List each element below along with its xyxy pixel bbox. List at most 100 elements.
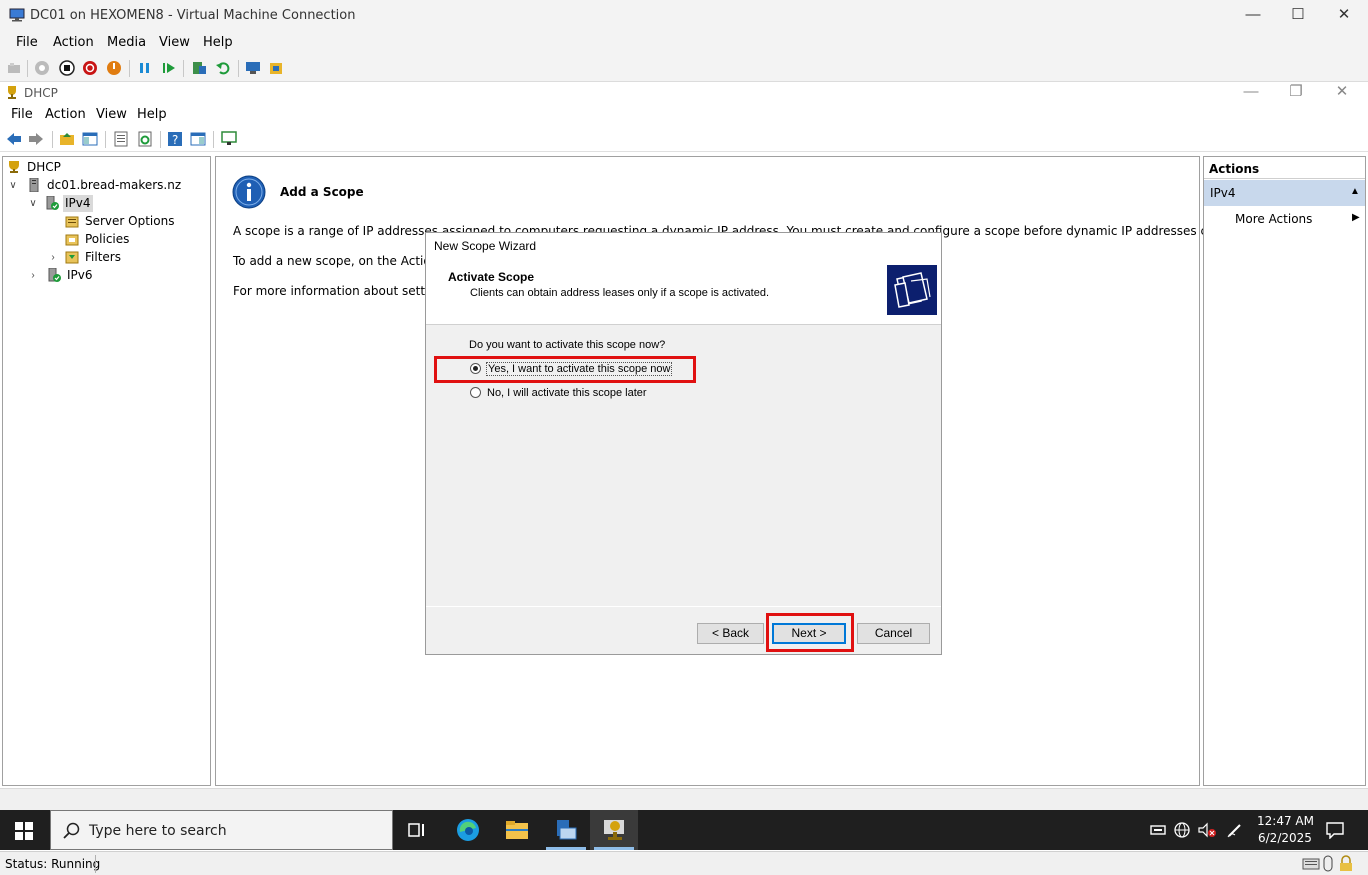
menu-file[interactable]: File [11,107,33,122]
expand-filters-chevron-icon[interactable]: › [47,251,59,265]
properties-icon[interactable] [113,131,129,147]
vm-toolbar [0,54,1368,82]
start-icon[interactable] [34,60,50,76]
lock-icon [1339,855,1353,872]
vm-menu-media[interactable]: Media [107,35,146,50]
filters-icon [65,250,79,264]
dhcp-trophy-icon [5,85,19,100]
maximize-button[interactable]: ☐ [1276,4,1320,28]
menu-help[interactable]: Help [137,107,167,122]
mmc-status-bar [0,788,1368,810]
back-arrow-icon[interactable] [6,131,22,147]
share-icon[interactable] [268,60,284,76]
more-actions-item[interactable]: More Actions ▶ [1204,209,1365,229]
vm-menu-view[interactable]: View [159,35,190,50]
refresh-icon[interactable] [137,131,153,147]
taskbar-dhcp-button[interactable] [590,810,638,850]
taskbar-search-box[interactable]: Type here to search [50,810,393,850]
checkpoint-icon[interactable] [191,60,207,76]
up-folder-icon[interactable] [59,131,75,147]
trophy-icon [7,160,21,174]
policies-icon [65,232,79,246]
ipv4-server-icon [45,196,59,210]
forward-arrow-icon[interactable] [28,131,44,147]
server-options-icon [65,214,79,228]
status-monitor-icon[interactable] [221,131,237,147]
show-hide-tree-icon[interactable] [82,131,98,147]
vm-status-text: Status: Running [5,857,100,871]
dhcp-toolbar: ? [0,126,1368,152]
pen-icon[interactable] [1227,822,1243,838]
ctrl-alt-del-icon[interactable] [6,60,22,76]
wizard-page-subtitle: Clients can obtain address leases only i… [470,287,769,299]
edge-browser-icon[interactable] [456,818,480,842]
content-heading: Add a Scope [280,185,364,199]
collapse-up-arrow-icon[interactable]: ▲ [1350,186,1360,197]
resume-icon[interactable] [161,60,177,76]
taskbar-active-underline-server [546,847,586,850]
dhcp-minimize-button[interactable]: — [1229,82,1273,104]
help-icon[interactable]: ? [167,131,183,147]
notification-icon[interactable] [1326,821,1344,839]
dhcp-close-button[interactable]: ✕ [1320,82,1364,104]
taskbar: Type here to search 12:47 AM 6/2/2025 [0,810,1368,850]
wizard-page-title: Activate Scope [448,270,534,284]
search-icon [63,822,81,840]
expand-ipv6-chevron-icon[interactable]: › [27,269,39,283]
radio-yes-label[interactable]: Yes, I want to activate this scope now [487,363,671,375]
wizard-folders-icon [887,265,937,315]
enhanced-session-icon[interactable] [245,60,261,76]
file-explorer-icon[interactable] [505,819,529,841]
new-scope-wizard-dialog: New Scope Wizard Activate Scope Clients … [425,232,942,655]
dhcp-title-bar: DHCP — ❐ ✕ [0,82,1368,104]
cancel-button[interactable]: Cancel [857,623,930,644]
dhcp-window-title: DHCP [24,86,58,100]
network-adapter-icon[interactable] [1150,822,1166,838]
radio-no-activate[interactable] [470,387,481,398]
wizard-footer-separator [426,606,941,607]
mouse-icon [1323,855,1333,872]
server-icon [27,178,41,192]
vm-title-bar: DC01 on HEXOMEN8 - Virtual Machine Conne… [0,0,1368,32]
actions-section-ipv4[interactable]: IPv4 ▲ [1204,180,1365,206]
keyboard-icon [1302,858,1320,870]
vm-menu-help[interactable]: Help [203,35,233,50]
minimize-button[interactable]: — [1231,4,1275,28]
collapse-ipv4-chevron-icon[interactable]: ∨ [27,197,39,211]
vm-status-bar: Status: Running [0,851,1368,875]
clock-date[interactable]: 6/2/2025 [1258,831,1312,845]
dhcp-restore-button[interactable]: ❐ [1274,82,1318,104]
pause-icon[interactable] [137,60,153,76]
actions-header: Actions [1204,157,1365,179]
content-line-2: To add a new scope, on the Action m [233,254,454,268]
actions-pane: Actions IPv4 ▲ More Actions ▶ [1203,156,1366,786]
radio-yes-activate[interactable] [470,363,481,374]
dhcp-menu-bar: File Action View Help [0,104,1368,126]
submenu-arrow-icon: ▶ [1352,212,1360,223]
close-button[interactable]: ✕ [1322,4,1366,28]
windows-start-icon[interactable] [15,822,33,840]
vm-menu-file[interactable]: File [16,35,38,50]
collapse-server-chevron-icon[interactable]: ∨ [7,179,19,193]
back-button[interactable]: < Back [697,623,764,644]
vm-menu-bar: File Action Media View Help [0,32,1368,54]
volume-muted-icon[interactable] [1198,822,1216,838]
clock-time[interactable]: 12:47 AM [1257,814,1314,828]
shutdown-icon[interactable] [82,60,98,76]
menu-action[interactable]: Action [45,107,86,122]
dhcp-app-icon [602,818,626,842]
revert-icon[interactable] [215,60,231,76]
activate-question: Do you want to activate this scope now? [469,339,665,351]
vm-menu-action[interactable]: Action [53,35,94,50]
server-manager-icon[interactable] [554,818,578,842]
content-line-3: For more information about setting u [233,284,455,298]
turn-off-icon[interactable] [59,60,75,76]
wizard-header: New Scope Wizard Activate Scope Clients … [426,233,941,325]
save-state-icon[interactable] [106,60,122,76]
radio-no-label[interactable]: No, I will activate this scope later [487,387,647,399]
globe-network-icon[interactable] [1174,822,1190,838]
next-button[interactable]: Next > [772,623,846,644]
task-view-icon[interactable] [408,821,426,839]
show-action-pane-icon[interactable] [190,131,206,147]
menu-view[interactable]: View [96,107,127,122]
